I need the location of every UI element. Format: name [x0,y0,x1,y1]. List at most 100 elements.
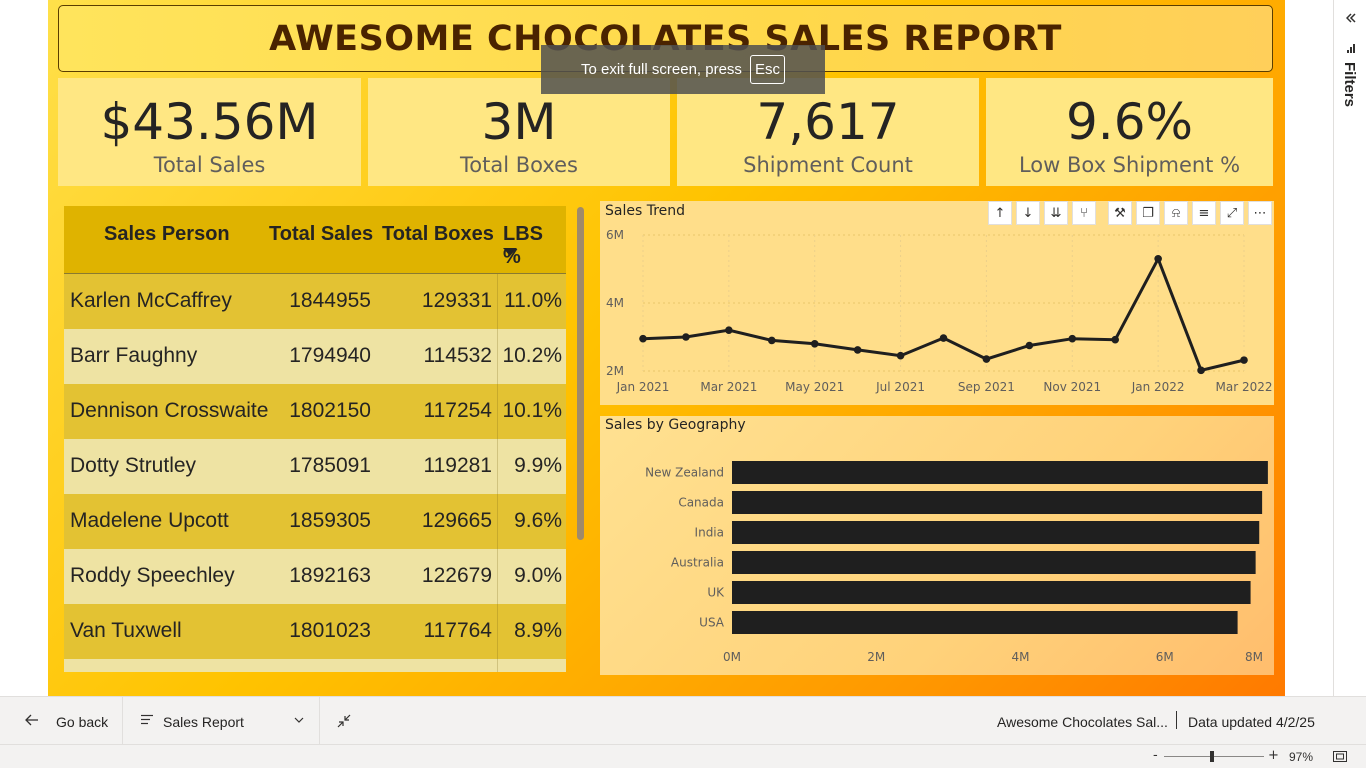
cell-sales-person: Roddy Speechley [70,564,235,587]
data-point[interactable] [1240,356,1248,364]
geography-bar[interactable] [732,581,1251,604]
table-scrollbar-thumb[interactable] [577,207,584,540]
table-row[interactable]: Dotty Strutley 1785091 119281 9.9% [64,439,566,494]
cell-total-sales: 1859305 [289,509,371,532]
cell-total-boxes: 119281 [423,454,492,477]
zoom-slider-thumb[interactable] [1210,751,1214,762]
x-tick-label: 0M [723,650,741,664]
page-selector[interactable]: Sales Report [163,714,244,730]
double-arrow-down-icon[interactable]: ⇊ [1044,201,1068,225]
table-row[interactable] [64,659,566,672]
data-point[interactable] [767,336,776,345]
zoom-slider[interactable] [1164,756,1264,757]
category-label: India [695,526,724,540]
geography-bar[interactable] [732,491,1263,514]
data-point[interactable] [896,351,905,360]
pin-icon[interactable]: ⚒ [1108,201,1132,225]
data-point[interactable] [1111,335,1120,344]
copy-icon[interactable]: ❐ [1136,201,1160,225]
cell-total-sales: 1785091 [289,454,371,477]
data-point[interactable] [1068,334,1077,343]
more-options-icon[interactable]: ⋯ [1248,201,1272,225]
column-header-total-sales[interactable]: Total Sales [269,223,373,246]
table-row[interactable]: Barr Faughny 1794940 114532 10.2% [64,329,566,384]
sales-person-table[interactable]: Sales Person Total Sales Total Boxes LBS… [64,206,566,672]
data-point[interactable] [810,340,819,348]
x-tick-label: 2M [867,650,885,664]
data-point[interactable] [682,333,690,341]
exit-fullscreen-icon[interactable] [337,714,351,728]
esc-key-badge: Esc [749,55,785,84]
geography-bar[interactable] [732,551,1256,574]
cell-lbs-percent: 10.2% [502,344,562,367]
data-point[interactable] [1025,341,1034,350]
data-point[interactable] [982,355,991,363]
category-label: Canada [678,496,724,510]
data-point[interactable] [853,346,862,354]
table-row[interactable]: Roddy Speechley 1892163 122679 9.0% [64,549,566,604]
filters-label[interactable]: Filters [1341,62,1358,107]
report-name: Awesome Chocolates Sal... [997,714,1168,730]
report-canvas: AWESOME CHOCOLATES SALES REPORT $43.56M … [48,0,1285,696]
geography-bar[interactable] [732,521,1260,544]
table-row[interactable]: Madelene Upcott 1859305 129665 9.6% [64,494,566,549]
cell-total-sales: 1802150 [289,399,371,422]
filter-icon[interactable]: ≡ [1192,201,1216,225]
cell-total-boxes: 114532 [423,344,492,367]
arrow-up-icon[interactable]: ↑ [988,201,1012,225]
data-point[interactable] [639,334,647,343]
cell-sales-person: Barr Faughny [70,344,198,367]
sales-trend-chart[interactable]: Sales Trend 2M 4M 6M Jan 2021 Mar 2021 May 20… [600,201,1274,405]
kpi-value: 3M [481,93,557,151]
y-tick-label: 6M [606,228,624,242]
cell-total-boxes: 117254 [423,399,492,422]
chevron-down-icon[interactable] [294,717,304,723]
focus-mode-icon[interactable]: ⤢ [1220,201,1244,225]
data-point[interactable] [1197,366,1205,375]
zoom-in-button[interactable]: + [1268,748,1279,763]
kpi-card-total-sales[interactable]: $43.56M Total Sales [58,78,361,186]
divider [1176,711,1177,729]
x-tick-label: Jul 2021 [875,380,925,394]
category-label: USA [699,616,725,630]
arrow-left-icon[interactable] [25,714,39,726]
kpi-value: $43.56M [100,93,319,151]
column-header-total-boxes[interactable]: Total Boxes [382,223,494,246]
cell-total-sales: 1844955 [289,289,371,312]
table-row[interactable]: Karlen McCaffrey 1844955 129331 11.0% [64,274,566,329]
fit-to-page-icon[interactable] [1333,751,1347,762]
table-row[interactable]: Dennison Crosswaite 1802150 117254 10.1% [64,384,566,439]
hierarchy-icon[interactable]: ⑂ [1072,201,1096,225]
filters-pane-collapsed[interactable]: Filters [1333,0,1366,696]
column-header-lbs-percent[interactable]: LBS % [503,223,566,269]
kpi-label: Low Box Shipment % [1018,153,1241,177]
x-tick-label: Sep 2021 [958,380,1015,394]
sales-by-geography-chart[interactable]: Sales by Geography New Zealand Canada Indi… [600,416,1274,675]
cell-total-boxes: 129331 [421,289,492,312]
arrow-down-icon[interactable]: ↓ [1016,201,1040,225]
zoom-out-button[interactable]: - [1153,748,1158,763]
sales-trend-plot: 2M 4M 6M Jan 2021 Mar 2021 May 2021 Jul 2021 Se… [606,228,1273,394]
status-bar: - + 97% [0,744,1366,768]
x-tick-label: May 2021 [785,380,844,394]
sort-descending-icon[interactable] [503,248,517,256]
data-point[interactable] [1154,255,1162,263]
x-tick-label: Mar 2021 [700,380,757,394]
cell-total-boxes: 129665 [421,509,492,532]
cell-total-sales: 1892163 [289,564,371,587]
data-point[interactable] [725,326,733,334]
category-label: Australia [671,556,724,570]
chevron-left-double-icon[interactable] [1346,12,1356,24]
go-back-button[interactable]: Go back [56,714,108,730]
geography-bar[interactable] [732,461,1268,484]
data-point[interactable] [939,334,948,342]
column-header-sales-person[interactable]: Sales Person [104,223,230,246]
table-row[interactable]: Van Tuxwell 1801023 117764 8.9% [64,604,566,659]
divider [122,697,123,744]
kpi-card-shipment-count[interactable]: 7,617 Shipment Count [677,78,979,186]
cell-total-boxes: 117764 [423,619,492,642]
bell-icon[interactable]: ⍾ [1164,201,1188,225]
geography-bar[interactable] [732,611,1238,634]
kpi-card-low-box-shipment[interactable]: 9.6% Low Box Shipment % [986,78,1273,186]
kpi-card-total-boxes[interactable]: 3M Total Boxes [368,78,670,186]
